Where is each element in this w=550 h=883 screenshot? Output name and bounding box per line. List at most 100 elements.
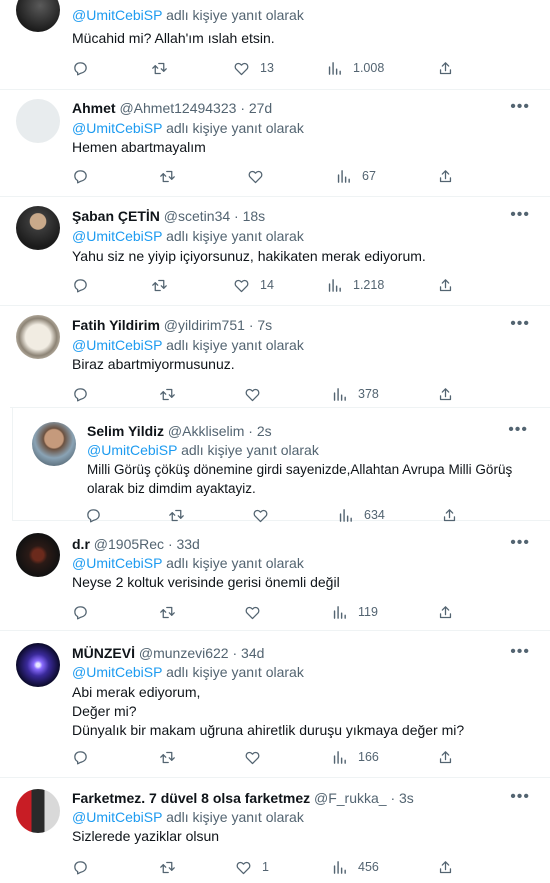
like-button[interactable]: 14 [233,275,274,295]
mention-link[interactable]: @UmitCebiSP [72,120,162,136]
retweet-button[interactable] [159,384,186,404]
display-name[interactable]: Şaban ÇETİN [72,208,160,224]
display-name[interactable]: MÜNZEVİ [72,645,135,661]
like-button[interactable] [244,384,271,404]
views-button[interactable]: 378 [331,384,379,404]
more-options-icon[interactable]: ••• [510,789,530,805]
more-options-icon[interactable]: ••• [510,316,530,332]
share-button[interactable] [437,384,454,404]
timestamp[interactable]: · 33d [168,536,200,552]
retweet-button[interactable] [151,58,178,78]
tweet[interactable]: d.r @1905Rec · 33d ••• @UmitCebiSP adlı … [0,522,550,631]
like-button[interactable]: 13 [233,58,274,78]
tweet[interactable]: Fatih Yildirim @yildirim751 · 7s ••• @Um… [0,306,550,406]
like-button[interactable] [244,602,271,622]
mention-link[interactable]: @UmitCebiSP [72,809,162,825]
mention-link[interactable]: @UmitCebiSP [72,7,162,23]
more-options-icon[interactable]: ••• [510,644,530,660]
views-count: 166 [358,750,379,764]
timestamp[interactable]: · 18s [234,208,265,224]
mention-link[interactable]: @UmitCebiSP [72,228,162,244]
more-options-icon[interactable]: ••• [510,99,530,115]
display-name[interactable]: Fatih Yildirim [72,317,160,333]
more-options-icon[interactable]: ••• [510,535,530,551]
user-handle[interactable]: @munzevi622 [139,645,229,661]
retweet-button[interactable] [151,275,178,295]
mention-link[interactable]: @UmitCebiSP [72,664,162,680]
tweet-header: d.r @1905Rec · 33d [72,535,200,553]
views-button[interactable]: 1.218 [326,275,384,295]
timestamp[interactable]: · 3s [390,790,413,806]
share-button[interactable] [437,747,454,767]
share-button[interactable] [437,275,454,295]
timestamp[interactable]: · 34d [232,645,264,661]
heart-icon [234,279,249,292]
avatar[interactable] [16,206,60,250]
share-button[interactable] [437,166,454,186]
like-button[interactable] [247,166,274,186]
display-name[interactable]: Ahmet [72,100,116,116]
user-handle[interactable]: @Ahmet12494323 [119,100,236,116]
views-icon [333,750,346,764]
retweet-button[interactable] [159,166,186,186]
avatar[interactable] [16,789,60,833]
reply-button[interactable] [72,58,99,78]
share-button[interactable] [437,857,454,877]
avatar[interactable] [16,315,60,359]
reply-icon [74,278,87,293]
user-handle[interactable]: @F_rukka_ [314,790,387,806]
mention-link[interactable]: @UmitCebiSP [87,442,177,458]
reply-context: @UmitCebiSP adlı kişiye yanıt olarak [72,227,304,245]
display-name[interactable]: Selim Yildiz [87,423,164,439]
share-button[interactable] [437,58,454,78]
tweet[interactable]: MÜNZEVİ @munzevi622 · 34d ••• @UmitCebiS… [0,631,550,778]
like-button[interactable] [244,747,271,767]
retweet-button[interactable] [159,857,186,877]
user-handle[interactable]: @1905Rec [94,536,164,552]
views-button[interactable]: 166 [331,747,379,767]
reply-button[interactable] [72,166,99,186]
views-icon [339,508,352,522]
avatar[interactable] [16,533,60,577]
views-button[interactable]: 119 [331,602,378,622]
mention-link[interactable]: @UmitCebiSP [72,337,162,353]
tweet[interactable]: @UmitCebiSP adlı kişiye yanıt olarak Müc… [0,0,550,90]
avatar[interactable] [16,0,60,32]
avatar[interactable] [16,643,60,687]
user-handle[interactable]: @scetin34 [164,208,230,224]
user-handle[interactable]: @Akkliselim [168,423,244,439]
display-name[interactable]: Farketmez. 7 düvel 8 olsa farketmez [72,790,310,806]
user-handle[interactable]: @yildirim751 [164,317,245,333]
retweet-button[interactable] [159,602,186,622]
share-button[interactable] [437,602,454,622]
reply-button[interactable] [72,747,99,767]
tweet-text: Sizlerede yaziklar olsun [72,827,219,846]
tweet-actions: 14 1.218 [72,275,462,295]
views-button[interactable]: 456 [331,857,379,877]
share-icon [439,61,452,74]
tweet[interactable]: Ahmet @Ahmet12494323 · 27d ••• @UmitCebi… [0,90,550,197]
tweet-text: Neyse 2 koltuk verisinde gerisi önemli d… [72,573,340,592]
reply-button[interactable] [72,275,99,295]
more-options-icon[interactable]: ••• [510,207,530,223]
reply-button[interactable] [72,602,99,622]
timestamp[interactable]: · 27d [240,100,272,116]
avatar[interactable] [16,99,60,143]
reply-button[interactable] [72,384,99,404]
like-button[interactable]: 1 [235,857,269,877]
tweet[interactable]: Selim Yildiz @Akkliselim · 2s ••• @UmitC… [12,408,550,523]
reply-button[interactable] [72,857,99,877]
retweet-icon [160,170,175,182]
tweet[interactable]: Şaban ÇETİN @scetin34 · 18s ••• @UmitCeb… [0,197,550,306]
avatar[interactable] [32,422,76,466]
retweet-button[interactable] [159,747,186,767]
mention-link[interactable]: @UmitCebiSP [72,555,162,571]
more-options-icon[interactable]: ••• [508,422,528,438]
tweet[interactable]: Farketmez. 7 düvel 8 olsa farketmez @F_r… [0,778,550,883]
timestamp[interactable]: · 7s [249,317,272,333]
reply-context: @UmitCebiSP adlı kişiye yanıt olarak [72,6,304,24]
views-button[interactable]: 1.008 [326,58,384,78]
timestamp[interactable]: · 2s [248,423,271,439]
views-button[interactable]: 67 [335,166,376,186]
display-name[interactable]: d.r [72,536,90,552]
